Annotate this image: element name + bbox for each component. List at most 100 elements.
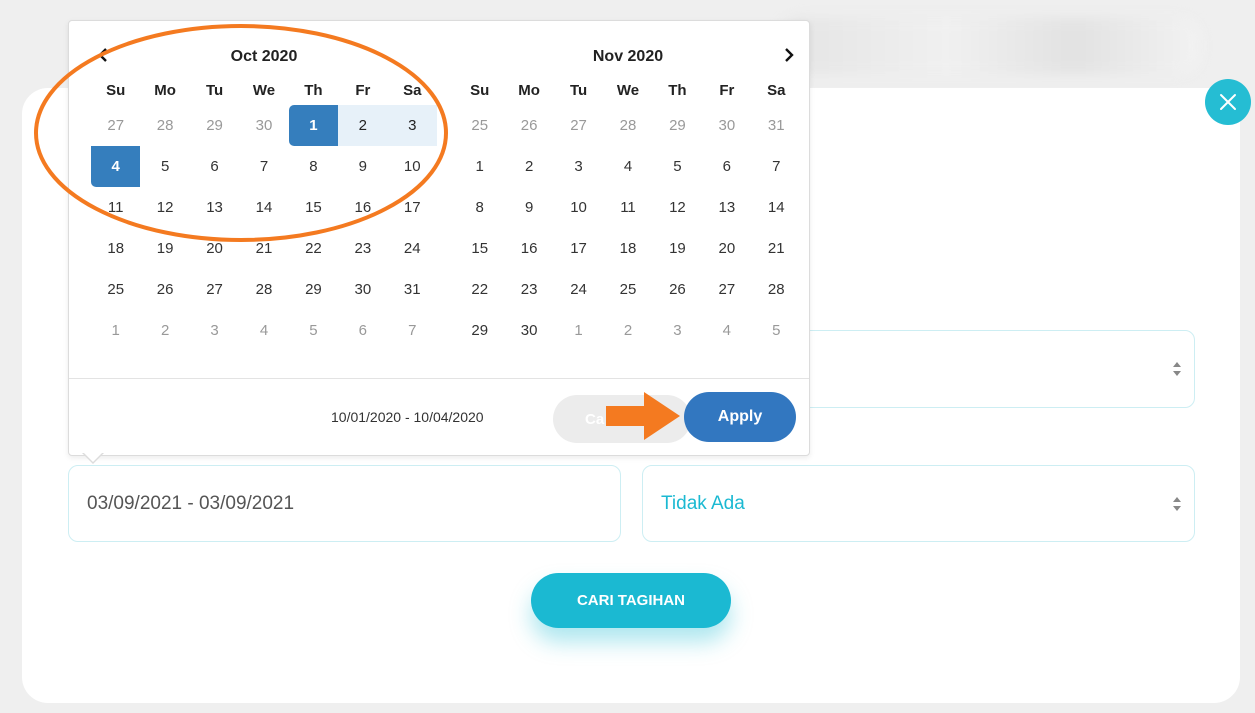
calendar-day[interactable]: 22 <box>289 228 338 269</box>
calendar-day[interactable]: 31 <box>388 269 437 310</box>
calendar-day[interactable]: 30 <box>239 105 288 146</box>
calendar-day[interactable]: 26 <box>140 269 189 310</box>
calendar-day[interactable]: 4 <box>603 146 652 187</box>
calendar-day[interactable]: 17 <box>388 187 437 228</box>
calendar-day[interactable]: 25 <box>455 105 504 146</box>
calendar-day[interactable]: 9 <box>504 187 553 228</box>
calendar-day[interactable]: 25 <box>91 269 140 310</box>
calendar-day[interactable]: 20 <box>190 228 239 269</box>
calendar-day[interactable]: 10 <box>554 187 603 228</box>
calendar-day[interactable]: 2 <box>603 310 652 351</box>
calendar-day[interactable]: 6 <box>702 146 751 187</box>
calendar-day[interactable]: 5 <box>752 310 801 351</box>
calendar-day[interactable]: 8 <box>455 187 504 228</box>
calendar-day[interactable]: 5 <box>289 310 338 351</box>
calendar-day[interactable]: 27 <box>702 269 751 310</box>
calendar-day[interactable]: 5 <box>653 146 702 187</box>
calendar-day[interactable]: 26 <box>653 269 702 310</box>
calendar-day[interactable]: 28 <box>140 105 189 146</box>
calendar-day[interactable]: 1 <box>91 310 140 351</box>
calendar-day[interactable]: 28 <box>752 269 801 310</box>
period-select[interactable] <box>780 330 1195 408</box>
search-bills-button[interactable]: CARI TAGIHAN <box>531 573 731 628</box>
calendar-day[interactable]: 25 <box>603 269 652 310</box>
cancel-button[interactable]: Ca <box>553 395 691 443</box>
calendar-day[interactable]: 1 <box>455 146 504 187</box>
calendar-day[interactable]: 14 <box>239 187 288 228</box>
calendar-day[interactable]: 3 <box>653 310 702 351</box>
calendar-day[interactable]: 28 <box>239 269 288 310</box>
calendar-day[interactable]: 13 <box>702 187 751 228</box>
calendar-day[interactable]: 3 <box>190 310 239 351</box>
calendar-day[interactable]: 14 <box>752 187 801 228</box>
calendar-day[interactable]: 6 <box>338 310 387 351</box>
calendar-day[interactable]: 2 <box>140 310 189 351</box>
calendar-day[interactable]: 17 <box>554 228 603 269</box>
selected-range-text: 10/01/2020 - 10/04/2020 <box>331 409 484 425</box>
calendar-day[interactable]: 4 <box>702 310 751 351</box>
next-month-button[interactable] <box>777 43 801 67</box>
calendar-day[interactable]: 15 <box>289 187 338 228</box>
calendar-day[interactable]: 26 <box>504 105 553 146</box>
weekday-label: Th <box>304 81 323 99</box>
calendar-day[interactable]: 27 <box>190 269 239 310</box>
calendar-day[interactable]: 11 <box>91 187 140 228</box>
calendar-day[interactable]: 3 <box>387 105 437 146</box>
calendar-day[interactable]: 24 <box>388 228 437 269</box>
calendar-day[interactable]: 30 <box>504 310 553 351</box>
calendar-day[interactable]: 29 <box>455 310 504 351</box>
calendar-day[interactable]: 16 <box>338 187 387 228</box>
calendar-day[interactable]: 24 <box>554 269 603 310</box>
calendar-day[interactable]: 7 <box>752 146 801 187</box>
calendar-day[interactable]: 7 <box>239 146 288 187</box>
calendar-day[interactable]: 7 <box>388 310 437 351</box>
calendar-day[interactable]: 3 <box>554 146 603 187</box>
calendar-day[interactable]: 21 <box>752 228 801 269</box>
calendar-day[interactable]: 1 <box>288 105 339 146</box>
calendar-day[interactable]: 23 <box>338 228 387 269</box>
calendar-day[interactable]: 22 <box>455 269 504 310</box>
calendar-day[interactable]: 1 <box>554 310 603 351</box>
calendar-day[interactable]: 4 <box>239 310 288 351</box>
calendar-day[interactable]: 12 <box>653 187 702 228</box>
calendar-day[interactable]: 23 <box>504 269 553 310</box>
calendar-day[interactable]: 13 <box>190 187 239 228</box>
calendar-day[interactable]: 8 <box>289 146 338 187</box>
calendar-day[interactable]: 30 <box>338 269 387 310</box>
calendar-day[interactable]: 29 <box>190 105 239 146</box>
calendar-day[interactable]: 6 <box>190 146 239 187</box>
weekday-label: We <box>252 81 276 99</box>
calendar-day[interactable]: 5 <box>140 146 189 187</box>
close-icon <box>1220 94 1236 110</box>
calendar-day[interactable]: 19 <box>653 228 702 269</box>
calendar-day[interactable]: 27 <box>554 105 603 146</box>
calendar-day[interactable]: 21 <box>239 228 288 269</box>
calendar-day[interactable]: 19 <box>140 228 189 269</box>
calendar-day[interactable]: 20 <box>702 228 751 269</box>
calendar-day[interactable]: 29 <box>289 269 338 310</box>
calendar-day[interactable]: 2 <box>504 146 553 187</box>
date-range-input[interactable]: 03/09/2021 - 03/09/2021 <box>68 465 621 542</box>
calendar-day[interactable]: 28 <box>603 105 652 146</box>
weekday-label: Tu <box>205 81 224 99</box>
calendar-day[interactable]: 31 <box>752 105 801 146</box>
status-select[interactable]: Tidak Ada <box>642 465 1195 542</box>
calendar-day[interactable]: 11 <box>603 187 652 228</box>
calendar-day[interactable]: 15 <box>455 228 504 269</box>
calendar-day[interactable]: 29 <box>653 105 702 146</box>
calendar-day[interactable]: 10 <box>388 146 437 187</box>
close-button[interactable] <box>1205 79 1251 125</box>
date-range-value: 03/09/2021 - 03/09/2021 <box>87 492 295 514</box>
calendar-day[interactable]: 18 <box>603 228 652 269</box>
calendar-day[interactable]: 2 <box>338 105 388 146</box>
sort-arrows-icon <box>1173 496 1181 511</box>
calendar-grid: Su Mo Tu We Th Fr Sa 27 28 29 30 1 2 3 4 5 6 7 8 9 10 11 12 13 1… <box>91 75 437 351</box>
apply-button[interactable]: Apply <box>684 392 796 442</box>
calendar-day[interactable]: 18 <box>91 228 140 269</box>
calendar-day[interactable]: 12 <box>140 187 189 228</box>
calendar-day[interactable]: 4 <box>91 146 141 187</box>
calendar-day[interactable]: 16 <box>504 228 553 269</box>
calendar-day[interactable]: 9 <box>338 146 387 187</box>
calendar-day[interactable]: 30 <box>702 105 751 146</box>
calendar-day[interactable]: 27 <box>91 105 140 146</box>
